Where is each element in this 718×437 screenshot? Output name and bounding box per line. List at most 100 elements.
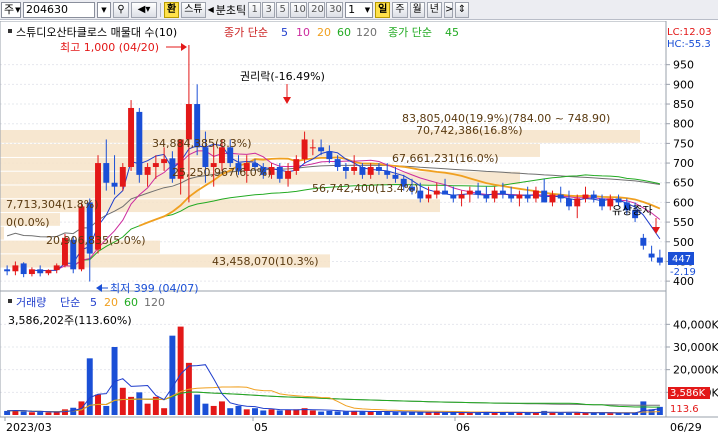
candle-down <box>615 198 622 203</box>
speaker-button[interactable]: ◀▾ <box>131 1 157 18</box>
search-button[interactable]: ⚲ <box>113 1 129 18</box>
candle-up <box>549 194 556 203</box>
x-label: 2023/03 <box>6 421 52 434</box>
legend-title: 스튜디오산타클로스 매물대 수(10) <box>16 26 177 39</box>
volume-bar <box>326 410 333 415</box>
volume-bar <box>309 410 316 415</box>
candle-down <box>384 170 391 175</box>
volume-bar <box>268 409 275 415</box>
volume-bar <box>384 411 391 415</box>
period-button[interactable]: 1 <box>248 1 262 18</box>
profile-label: 0(0.0%) <box>6 216 50 229</box>
x-label: 06 <box>456 421 470 434</box>
volume-bar <box>285 410 292 415</box>
tick-mode-label[interactable]: 분초틱 <box>216 2 246 18</box>
legend-ma-20: 20 <box>317 26 331 39</box>
volume-bar <box>37 412 44 415</box>
candle-up <box>144 167 151 175</box>
volume-bar <box>516 412 523 415</box>
rights-label: 권리락(-16.49%) <box>240 70 325 83</box>
candle-down <box>640 237 647 246</box>
volume-bar <box>119 387 126 415</box>
candle-down <box>541 190 548 203</box>
period-button[interactable]: 10 <box>290 1 308 18</box>
period-button[interactable]: 20 <box>308 1 326 18</box>
ticker-button[interactable]: 스튜 <box>181 1 206 18</box>
volume-bar <box>607 413 614 415</box>
candle-up <box>285 170 292 179</box>
profile-label: 56,742,400(13.4%) <box>312 182 419 195</box>
caret-left-icon: ◀ <box>207 5 214 14</box>
stock-chart[interactable]: 스튜디오산타클로스 매물대 수(10) 종가 단순 5 10 20 60 120… <box>0 21 718 437</box>
month-button[interactable]: 월 <box>409 1 425 18</box>
candle-down <box>524 194 531 199</box>
volume-bar <box>566 412 572 415</box>
day-button[interactable]: 일 <box>375 1 391 18</box>
candle-down <box>326 151 333 160</box>
volume-bar <box>442 412 449 415</box>
market-select-value: 주 <box>4 2 15 16</box>
candle-down <box>483 194 490 199</box>
rights-issue-label: 유상증자 <box>612 204 652 217</box>
candle-up <box>293 159 300 171</box>
volume-bar <box>218 401 225 415</box>
volume-bar <box>252 408 258 415</box>
volume-bar <box>400 412 407 415</box>
candle-up <box>53 265 60 271</box>
candle-up <box>574 198 581 207</box>
price-tick-label: 950 <box>673 59 694 72</box>
period-buttons: 1 3 5 10 20 30 <box>248 1 344 18</box>
env-button[interactable]: 환 <box>164 1 180 18</box>
legend-ma-120: 120 <box>356 26 377 39</box>
volume-bar <box>194 394 201 415</box>
candle-up <box>309 147 316 149</box>
candle-down <box>392 174 399 179</box>
candle-down <box>375 167 382 171</box>
current-volume: 3,586K <box>670 388 706 399</box>
candle-up <box>161 159 168 164</box>
interval-select[interactable]: 1 ▼ <box>345 1 374 18</box>
candle-down <box>442 190 449 195</box>
price-tick-label: 900 <box>673 78 694 91</box>
legend-ma-10: 10 <box>296 26 310 39</box>
profile-label: 34,884,385(8.3%) <box>152 137 252 150</box>
candle-down <box>590 194 597 199</box>
week-button[interactable]: 주 <box>392 1 408 18</box>
period-button[interactable]: 5 <box>276 1 290 18</box>
volume-tick-label: 20,000K <box>673 364 718 377</box>
candle-down <box>475 190 482 195</box>
candle-down <box>103 163 110 183</box>
price-tick-label: 650 <box>673 177 694 190</box>
scroll-updown-button[interactable]: ⇕ <box>454 1 469 18</box>
next-button[interactable]: > <box>443 1 453 18</box>
volume-tick-label: 40,000K <box>673 318 718 331</box>
volume-bar <box>177 326 184 415</box>
code-input[interactable]: 204630 <box>23 1 95 18</box>
period-button[interactable]: 30 <box>326 1 344 18</box>
price-legend: 스튜디오산타클로스 매물대 수(10) 종가 단순 5 10 20 60 120… <box>8 26 459 39</box>
current-price-marker: 447 -2.19 <box>668 252 696 278</box>
chevron-down-icon: ▼ <box>364 5 371 14</box>
period-button[interactable]: 3 <box>262 1 276 18</box>
volume-bar <box>392 412 399 415</box>
volume-bar <box>276 410 283 415</box>
legend-ma-5: 5 <box>281 26 288 39</box>
market-select[interactable]: 주 ▼ <box>1 1 21 18</box>
low-label: 최저 399 (04/07) <box>110 282 199 295</box>
volume-bar <box>640 401 647 415</box>
candle-down <box>318 147 325 152</box>
year-button[interactable]: 년 <box>426 1 442 18</box>
price-tick-label: 850 <box>673 98 694 111</box>
candle-down <box>37 269 44 274</box>
legend-ma2-45: 45 <box>445 26 459 39</box>
volume-bar <box>243 409 250 415</box>
volume-bar <box>433 412 440 415</box>
candle-up <box>582 194 589 199</box>
candle-up <box>128 107 135 167</box>
code-dropdown-button[interactable]: ▼ <box>97 1 111 18</box>
low-annotation: 최저 399 (04/07) <box>96 282 199 295</box>
profile-label: 67,661,231(16.0%) <box>392 152 499 165</box>
candle-up <box>491 190 498 199</box>
candle-down <box>499 190 506 195</box>
candle-up <box>28 269 35 275</box>
